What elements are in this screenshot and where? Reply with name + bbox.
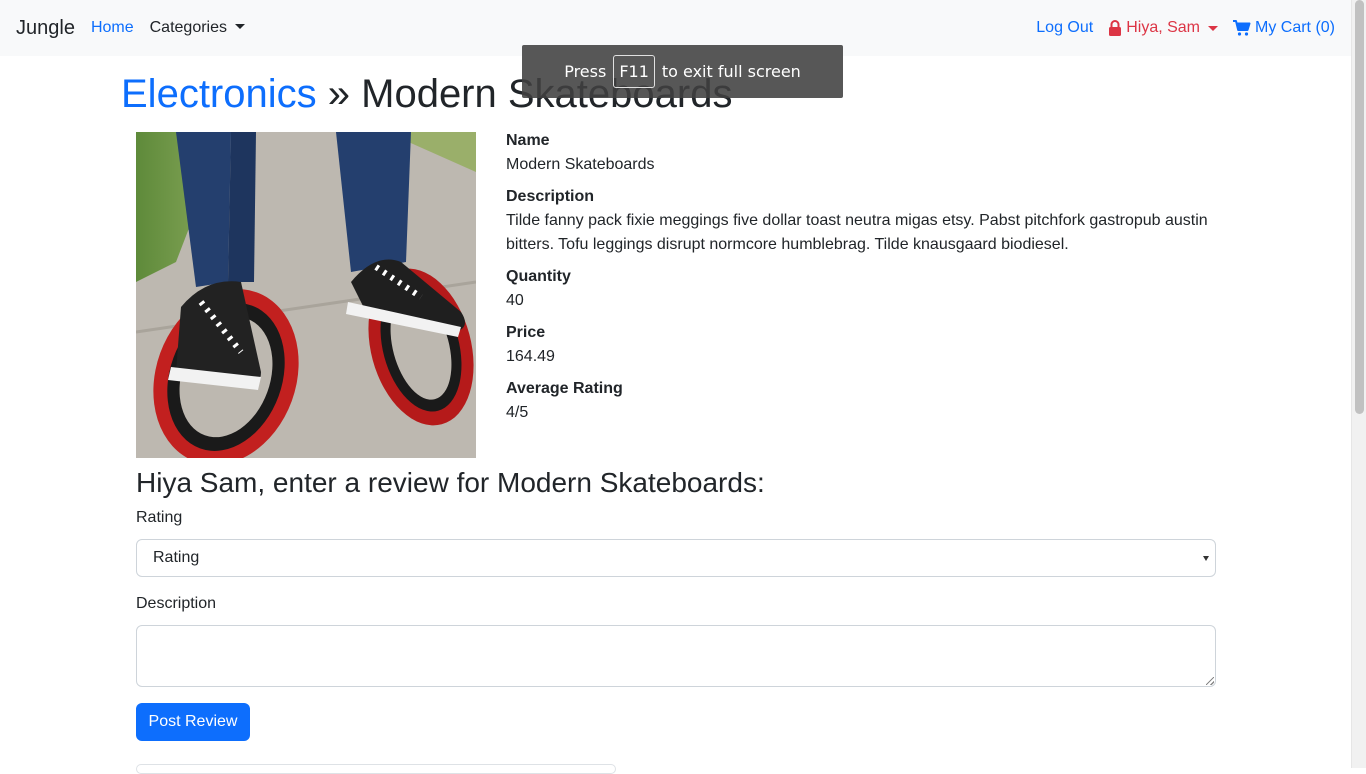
brand-link[interactable]: Jungle <box>16 17 75 40</box>
detail-value-name: Modern Skateboards <box>506 156 655 173</box>
categories-dropdown[interactable]: Categories <box>150 19 245 37</box>
review-heading: Hiya Sam, enter a review for Modern Skat… <box>136 467 765 498</box>
nav-home-link[interactable]: Home <box>91 19 134 37</box>
product-image <box>136 132 476 458</box>
breadcrumb-category-link[interactable]: Electronics <box>121 72 317 116</box>
rating-label: Rating <box>136 509 183 526</box>
scrollbar-thumb[interactable] <box>1355 0 1364 414</box>
resize-handle-icon[interactable] <box>1206 677 1214 685</box>
toast-key: F11 <box>613 55 655 88</box>
detail-value-price: 164.49 <box>506 348 555 365</box>
user-name-label: Hiya, Sam <box>1126 19 1200 36</box>
cart-label: My Cart (0) <box>1255 19 1335 36</box>
toast-text-after: to exit full screen <box>661 62 801 81</box>
chevron-down-icon <box>235 24 245 29</box>
dropdown-arrow-icon <box>1203 556 1209 561</box>
detail-label: Average Rating <box>506 380 623 397</box>
skateboard-photo-icon <box>136 132 476 458</box>
detail-value-rating: 4/5 <box>506 404 529 421</box>
detail-label: Name <box>506 132 550 149</box>
detail-value-quantity: 40 <box>506 292 524 309</box>
rating-select-value: Rating <box>153 549 200 566</box>
navbar-right: Log Out Hiya, Sam My Cart (0) <box>1021 19 1335 37</box>
breadcrumb-separator: » <box>327 72 350 116</box>
toast-text-before: Press <box>564 62 607 81</box>
detail-label: Quantity <box>506 268 571 285</box>
fullscreen-toast: Press F11 to exit full screen <box>522 45 843 98</box>
product-details: Name Modern Skateboards Description Tild… <box>506 129 1226 433</box>
detail-value-description: Tilde fanny pack fixie meggings five dol… <box>506 212 1208 253</box>
logout-link[interactable]: Log Out <box>1036 19 1093 37</box>
review-card <box>136 764 616 774</box>
page-scrollbar[interactable] <box>1351 0 1366 768</box>
user-dropdown[interactable]: Hiya, Sam <box>1108 19 1218 37</box>
description-label: Description <box>136 595 217 612</box>
categories-label: Categories <box>149 19 227 36</box>
lock-icon <box>1109 20 1122 36</box>
detail-label: Description <box>506 188 595 205</box>
description-textarea[interactable] <box>136 625 1216 687</box>
cart-link[interactable]: My Cart (0) <box>1233 19 1335 37</box>
chevron-down-icon <box>1208 25 1218 31</box>
detail-label: Price <box>506 324 546 341</box>
post-review-button[interactable]: Post Review <box>136 703 250 741</box>
shopping-cart-icon <box>1233 20 1251 36</box>
rating-select[interactable]: Rating <box>136 539 1216 577</box>
